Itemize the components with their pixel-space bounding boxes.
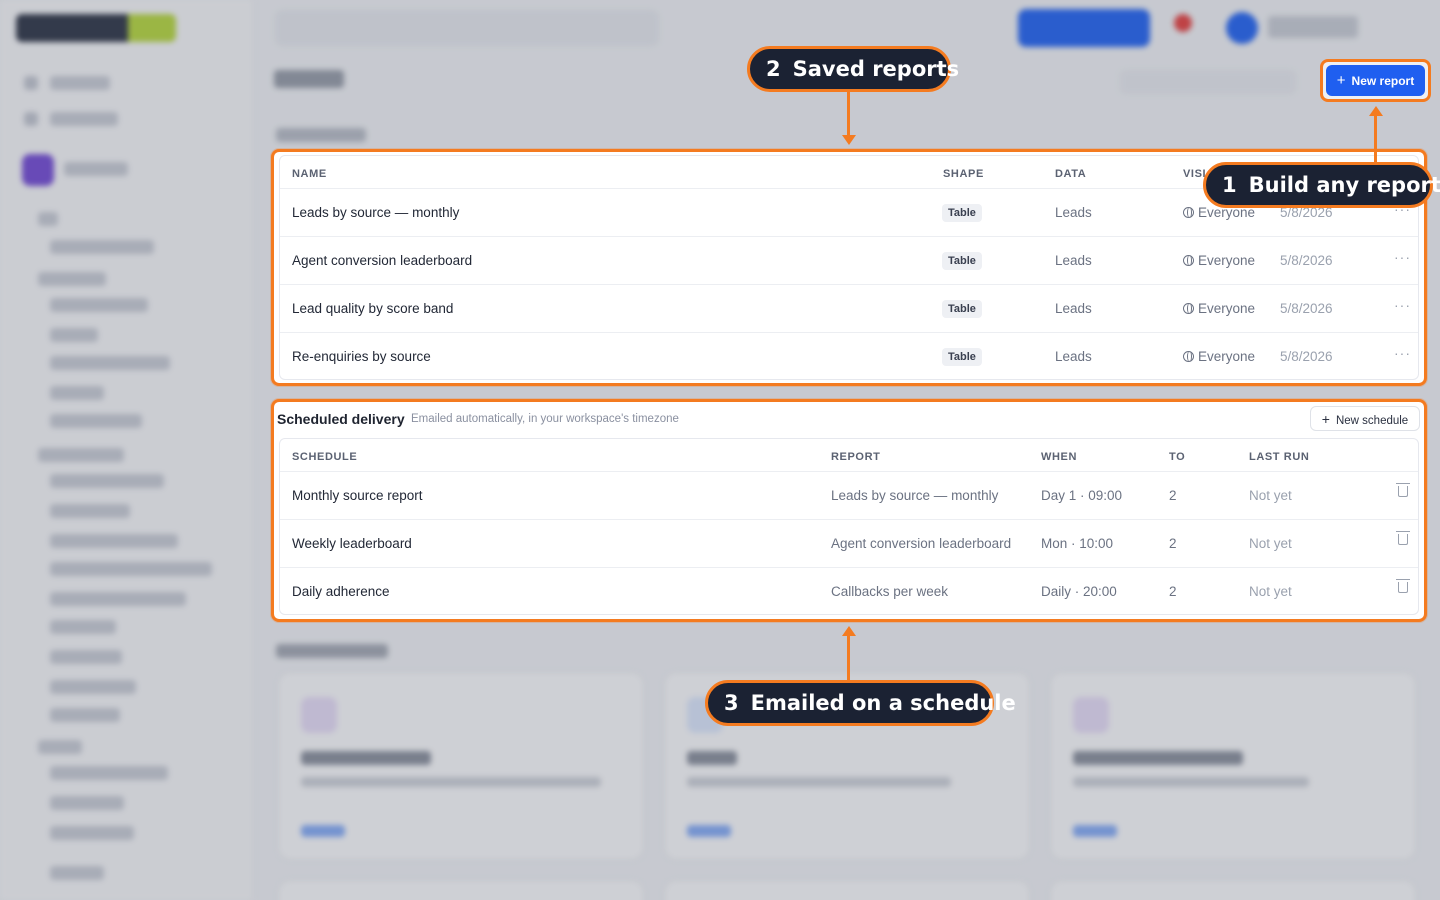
globe-icon bbox=[1183, 303, 1194, 314]
recipient-count: 2 bbox=[1169, 536, 1177, 551]
schedule-when: Day 1 · 09:00 bbox=[1041, 488, 1123, 503]
schedule-name[interactable]: Monthly source report bbox=[292, 488, 423, 503]
row-menu-icon[interactable]: ··· bbox=[1394, 249, 1411, 265]
column-header-when: WHEN bbox=[1041, 451, 1078, 463]
new-report-button[interactable]: + New report bbox=[1326, 65, 1425, 96]
arrow-head bbox=[842, 135, 856, 145]
schedules-table: SCHEDULE REPORT WHEN TO LAST RUN Monthly… bbox=[279, 438, 1419, 615]
column-header-last-run: LAST RUN bbox=[1249, 451, 1310, 463]
section-title: Scheduled delivery bbox=[277, 411, 405, 427]
callout-scheduled: 3 Emailed on a schedule bbox=[705, 680, 1016, 726]
report-name[interactable]: Re-enquiries by source bbox=[292, 349, 431, 364]
globe-icon bbox=[1183, 207, 1194, 218]
last-run: Not yet bbox=[1249, 536, 1292, 551]
row-menu-icon[interactable]: ··· bbox=[1394, 345, 1411, 361]
column-header-name: NAME bbox=[292, 168, 327, 180]
new-report-highlight: + New report bbox=[1320, 59, 1431, 102]
globe-icon bbox=[1183, 351, 1194, 362]
schedule-report: Leads by source — monthly bbox=[831, 488, 999, 503]
column-header-visibility: VISI bbox=[1183, 168, 1207, 180]
updated-date: 5/8/2026 bbox=[1280, 301, 1333, 316]
visibility: Everyone bbox=[1183, 301, 1255, 316]
column-header-shape: SHAPE bbox=[943, 168, 984, 180]
callout-arrow bbox=[1374, 116, 1377, 164]
new-schedule-button[interactable]: + New schedule bbox=[1310, 406, 1420, 431]
row-menu-icon[interactable]: ··· bbox=[1394, 297, 1411, 313]
trash-icon[interactable] bbox=[1396, 483, 1410, 497]
table-row[interactable]: Daily adherence Callbacks per week Daily… bbox=[280, 567, 1418, 615]
report-name[interactable]: Agent conversion leaderboard bbox=[292, 253, 472, 268]
table-row[interactable]: Re-enquiries by source Table Leads Every… bbox=[280, 332, 1418, 380]
schedule-name[interactable]: Daily adherence bbox=[292, 584, 390, 599]
schedule-when: Mon · 10:00 bbox=[1041, 536, 1114, 551]
callout-build-report: 1 Build any report bbox=[1203, 162, 1440, 208]
table-row[interactable]: Agent conversion leaderboard Table Leads… bbox=[280, 236, 1418, 284]
plus-icon: + bbox=[1321, 410, 1330, 427]
recipient-count: 2 bbox=[1169, 584, 1177, 599]
schedule-when: Daily · 20:00 bbox=[1041, 584, 1117, 599]
column-header-data: DATA bbox=[1055, 168, 1087, 180]
shape-badge: Table bbox=[942, 348, 982, 366]
column-header-schedule: SCHEDULE bbox=[292, 451, 358, 463]
shape-badge: Table bbox=[942, 204, 982, 222]
report-name[interactable]: Leads by source — monthly bbox=[292, 205, 459, 220]
data-source: Leads bbox=[1055, 253, 1092, 268]
recipient-count: 2 bbox=[1169, 488, 1177, 503]
column-header-to: TO bbox=[1169, 451, 1186, 463]
shape-badge: Table bbox=[942, 300, 982, 318]
arrow-head bbox=[842, 626, 856, 636]
table-row[interactable]: Weekly leaderboard Agent conversion lead… bbox=[280, 519, 1418, 567]
updated-date: 5/8/2026 bbox=[1280, 253, 1333, 268]
callout-arrow bbox=[847, 636, 850, 682]
globe-icon bbox=[1183, 255, 1194, 266]
visibility: Everyone bbox=[1183, 253, 1255, 268]
last-run: Not yet bbox=[1249, 488, 1292, 503]
callout-arrow bbox=[847, 90, 850, 135]
table-row[interactable]: Lead quality by score band Table Leads E… bbox=[280, 284, 1418, 332]
visibility: Everyone bbox=[1183, 349, 1255, 364]
column-header-report: REPORT bbox=[831, 451, 881, 463]
section-subtitle: Emailed automatically, in your workspace… bbox=[411, 413, 679, 425]
scheduled-delivery-panel: Scheduled delivery Emailed automatically… bbox=[271, 399, 1427, 622]
trash-icon[interactable] bbox=[1396, 579, 1410, 593]
shape-badge: Table bbox=[942, 252, 982, 270]
data-source: Leads bbox=[1055, 349, 1092, 364]
data-source: Leads bbox=[1055, 205, 1092, 220]
callout-saved-reports: 2 Saved reports bbox=[747, 46, 959, 92]
data-source: Leads bbox=[1055, 301, 1092, 316]
updated-date: 5/8/2026 bbox=[1280, 349, 1333, 364]
schedule-report: Agent conversion leaderboard bbox=[831, 536, 1012, 551]
schedule-report: Callbacks per week bbox=[831, 584, 949, 599]
schedule-name[interactable]: Weekly leaderboard bbox=[292, 536, 412, 551]
report-name[interactable]: Lead quality by score band bbox=[292, 301, 453, 316]
last-run: Not yet bbox=[1249, 584, 1292, 599]
trash-icon[interactable] bbox=[1396, 531, 1410, 545]
arrow-head bbox=[1369, 106, 1383, 116]
plus-icon: + bbox=[1336, 72, 1346, 89]
table-row[interactable]: Monthly source report Leads by source — … bbox=[280, 471, 1418, 519]
